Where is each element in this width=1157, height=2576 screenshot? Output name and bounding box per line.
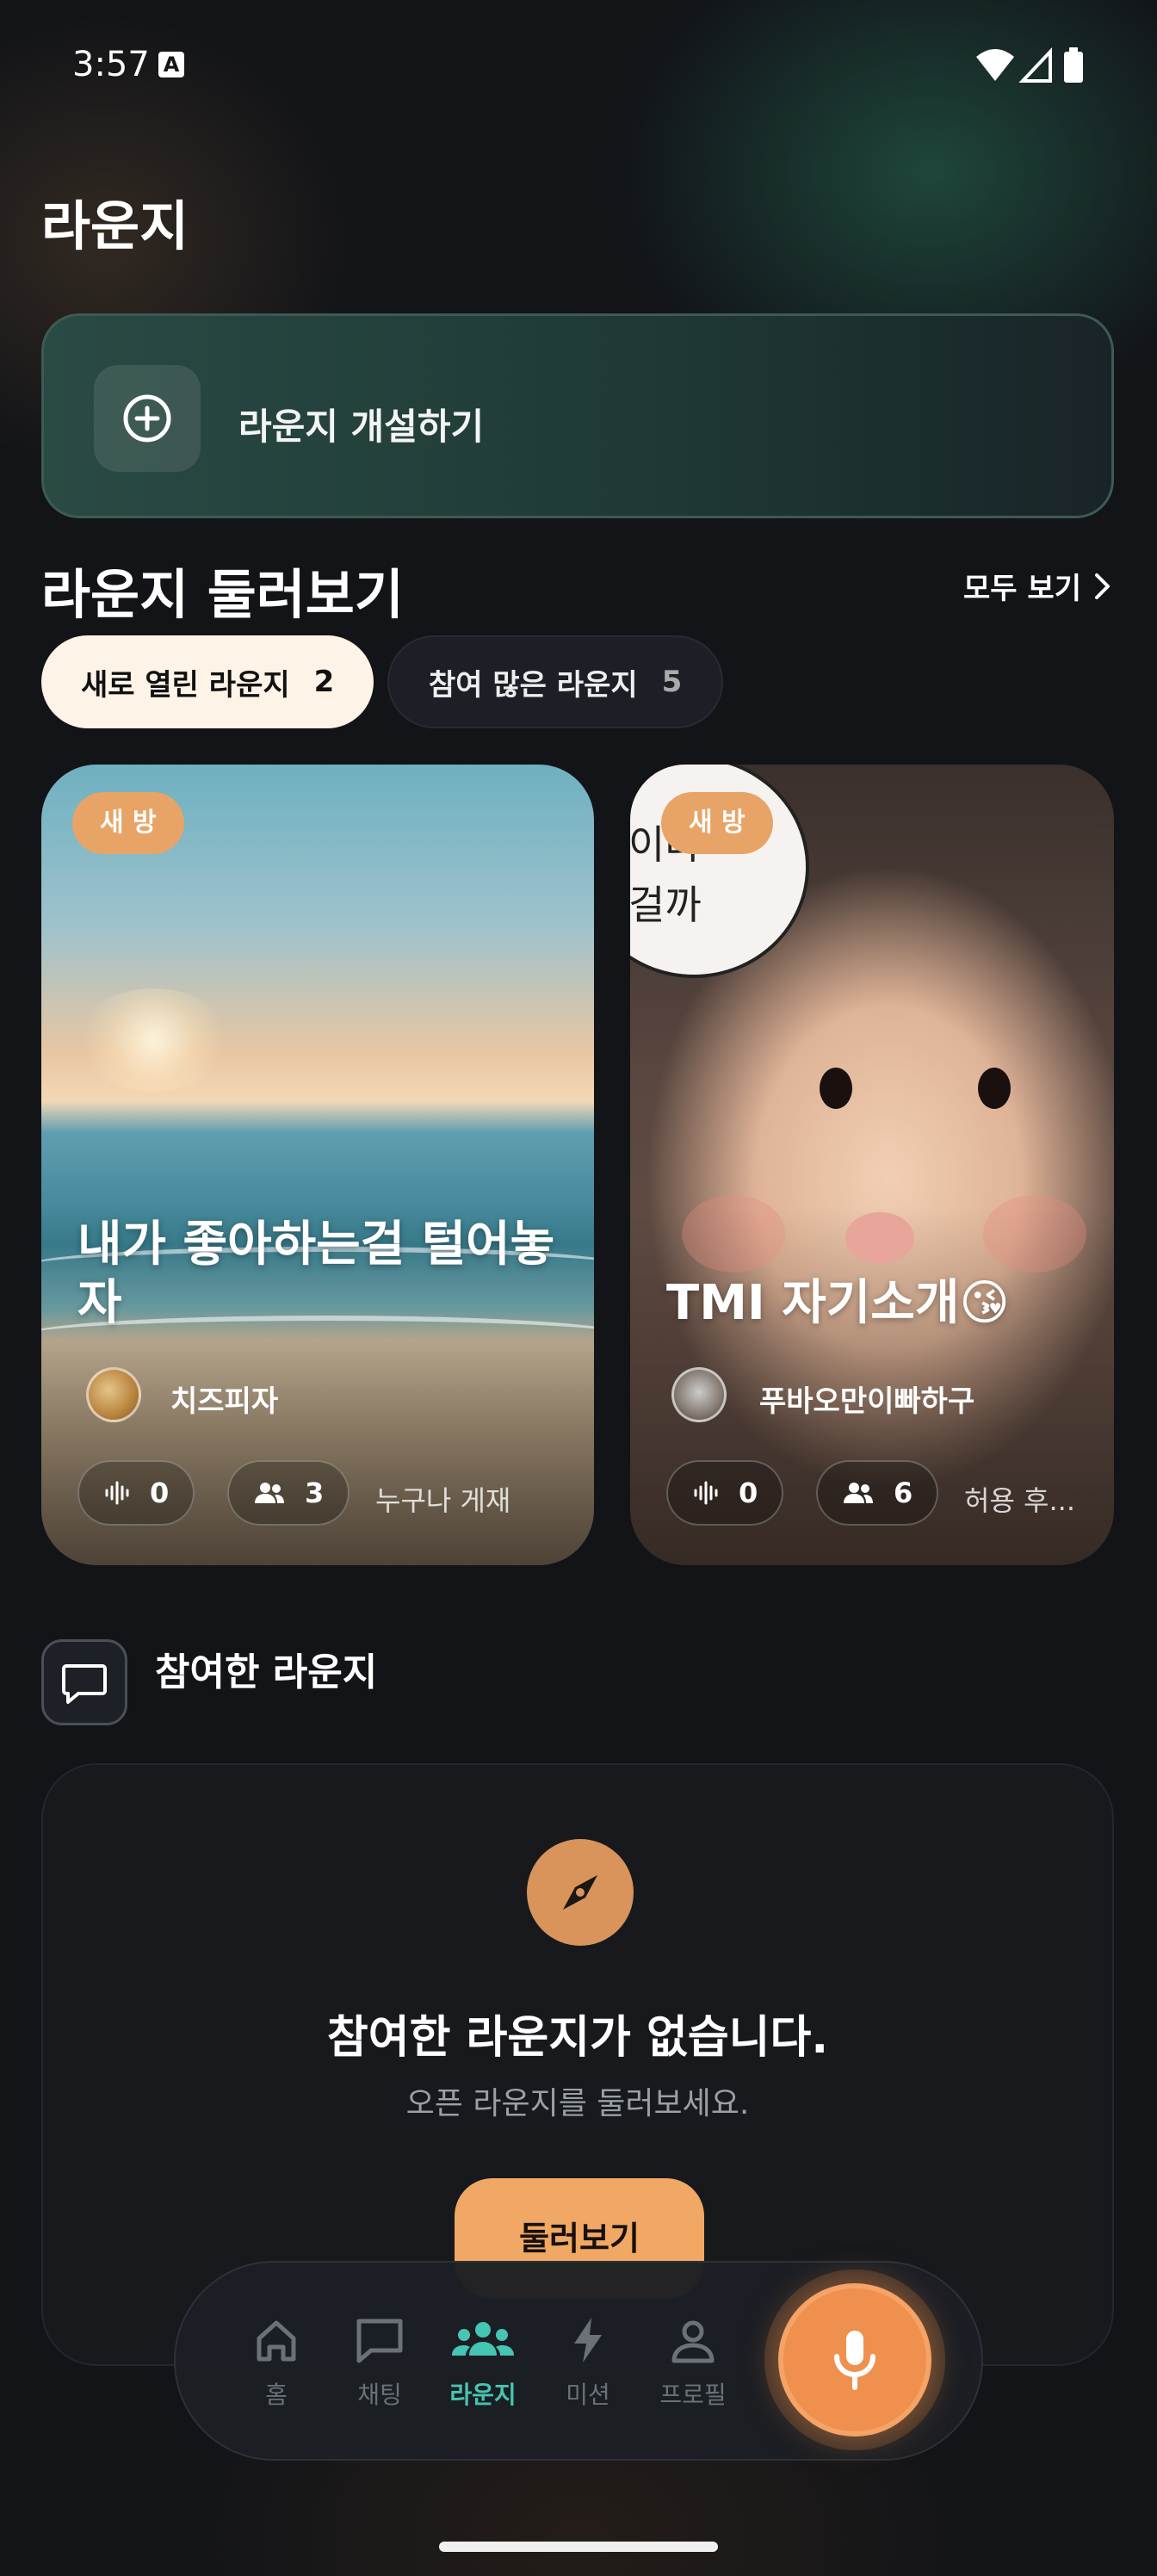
host-name: 푸바오만이빠하구 [759,1384,975,1419]
empty-state-title: 참여한 라운지가 없습니다. [326,2012,829,2064]
create-lounge-label: 라운지 개설하기 [238,406,485,448]
chevron-right-icon [1095,573,1110,599]
section-title-browse: 라운지 둘러보기 [41,563,404,626]
signal-icon [1018,46,1052,83]
nav-label: 미션 [566,2381,610,2409]
nav-label: 프로필 [659,2381,727,2409]
hamster-eye [820,1068,852,1109]
sunset-image [76,988,231,1092]
compass-icon [527,1839,634,1946]
section-title-joined: 참여한 라운지 [155,1650,378,1694]
nav-item-home[interactable]: 홈 [229,2313,324,2411]
home-icon [257,2320,296,2362]
filter-chip-new[interactable]: 새로 열린 라운지 2 [41,635,374,728]
new-room-badge: 새 방 [661,792,773,854]
battery-icon [1064,52,1083,83]
status-time: 3:57 [72,45,150,84]
audio-wave-icon [694,1481,718,1505]
host-avatar [671,1367,727,1422]
mic-button[interactable] [778,2283,931,2437]
see-all-button[interactable]: 모두 보기 [963,565,1112,607]
lounge-card-title: 내가 좋아하는걸 털어놓자 [77,1217,555,1331]
empty-state-subtitle: 오픈 라운지를 둘러보세요. [405,2086,750,2121]
people-icon [844,1483,873,1503]
access-label: 허용 후... [964,1484,1076,1517]
page-title: 라운지 [41,195,189,257]
participant-count-pill: 6 [816,1460,939,1526]
person-icon [671,2320,715,2363]
voice-count: 0 [739,1477,758,1509]
mic-icon [834,2331,875,2390]
participant-count: 6 [894,1477,913,1509]
access-label: 누구나 게재 [375,1484,511,1517]
notification-badge-icon: A [158,52,184,77]
host-avatar [86,1367,141,1422]
wifi-icon [976,49,1014,81]
voice-count: 0 [150,1477,170,1509]
lounge-card-title: TMI 자기소개😘 [666,1275,1010,1331]
hamster-nose [845,1212,914,1264]
nav-item-profile[interactable]: 프로필 [646,2313,740,2411]
voice-count-pill: 0 [77,1460,195,1526]
nav-item-chat[interactable]: 채팅 [332,2313,427,2411]
plus-circle-icon [123,394,171,443]
lounge-card[interactable]: 이라 걸까 새 방 TMI 자기소개😘 푸바오만이빠하구 0 6 허용 후... [630,765,1114,1565]
home-indicator[interactable] [439,2542,718,2552]
participant-count-pill: 3 [227,1460,350,1526]
nav-item-lounge[interactable]: 라운지 [436,2313,530,2411]
nav-label: 홈 [265,2381,288,2409]
nav-item-mission[interactable]: 미션 [541,2313,635,2411]
chip-count: 5 [661,665,683,699]
status-icons [974,46,1086,88]
chat-icon [356,2319,403,2363]
voice-count-pill: 0 [666,1460,784,1526]
audio-wave-icon [105,1481,129,1505]
hamster-cheek [682,1195,785,1273]
create-icon-box [94,365,201,472]
chip-label: 참여 많은 라운지 [429,667,638,703]
hamster-eye [978,1068,1011,1109]
joined-lounge-icon [41,1639,127,1725]
people-icon [255,1483,284,1503]
chip-count: 2 [313,665,335,699]
chat-bubble-icon [62,1664,107,1704]
filter-chip-popular[interactable]: 참여 많은 라운지 5 [387,635,724,728]
bolt-icon [574,2318,602,2362]
people-icon [452,2322,514,2356]
hamster-cheek [983,1195,1086,1273]
host-name: 치즈피자 [170,1384,279,1419]
create-lounge-button[interactable]: 라운지 개설하기 [41,313,1114,518]
participant-count: 3 [305,1477,325,1509]
see-all-label: 모두 보기 [963,572,1081,606]
new-room-badge: 새 방 [72,792,184,854]
nav-label: 라운지 [449,2381,517,2409]
chip-label: 새로 열린 라운지 [81,667,290,703]
lounge-card[interactable]: 새 방 내가 좋아하는걸 털어놓자 치즈피자 0 3 누구나 게재 [41,765,594,1565]
nav-label: 채팅 [357,2381,402,2409]
